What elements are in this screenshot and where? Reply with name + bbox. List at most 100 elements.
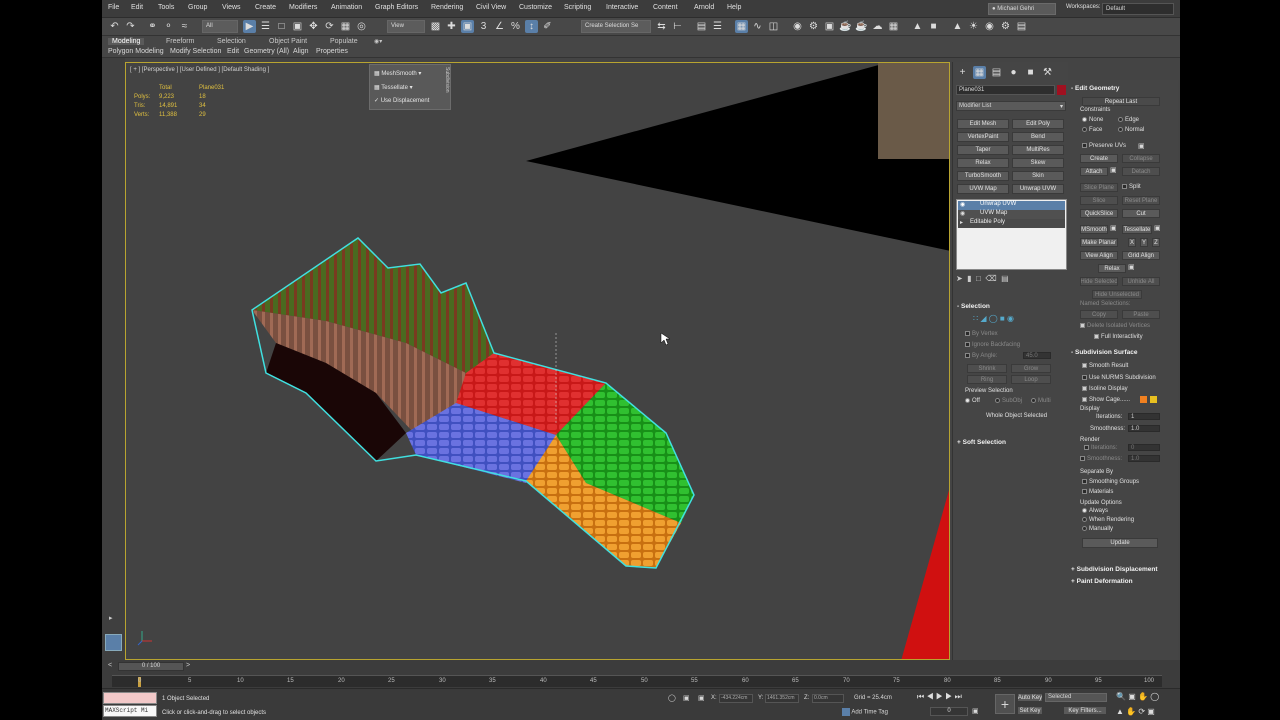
ribbon-tab-selection[interactable]: Selection xyxy=(217,38,246,45)
edit-geometry-rollout-title[interactable]: - Edit Geometry xyxy=(1071,85,1119,92)
subdivision-displacement-rollout-title[interactable]: + Subdivision Displacement xyxy=(1071,566,1158,573)
collapse-button[interactable]: Collapse xyxy=(1122,154,1160,163)
menu-rendering[interactable]: Rendering xyxy=(431,4,463,11)
menu-help[interactable]: Help xyxy=(727,4,741,11)
percent-snap-icon[interactable]: % xyxy=(509,20,522,33)
menu-file[interactable]: File xyxy=(108,4,119,11)
modify-tab-icon[interactable]: ▦ xyxy=(973,66,986,79)
modifier-turbosmooth-button[interactable]: TurboSmooth xyxy=(957,171,1009,181)
set-key-button[interactable]: Set Key xyxy=(1017,706,1043,715)
by-angle-spinner[interactable]: 45.0 xyxy=(1023,352,1051,359)
modifier-skin-button[interactable]: Skin xyxy=(1012,171,1064,181)
make-planar-y-button[interactable]: Y xyxy=(1140,238,1148,247)
isoline-display-checkbox[interactable]: Isoline Display xyxy=(1082,386,1128,392)
detach-button[interactable]: Detach xyxy=(1122,167,1160,176)
render-production-icon[interactable]: ☕ xyxy=(839,20,852,33)
update-when-rendering-radio[interactable]: When Rendering xyxy=(1082,517,1134,523)
modifier-uvw-map-button[interactable]: UVW Map xyxy=(957,184,1009,194)
absolute-mode-icon[interactable]: ▣ xyxy=(698,694,705,702)
selection-filter-dropdown[interactable]: All xyxy=(202,20,238,33)
utilities-tab-icon[interactable]: ⚒ xyxy=(1041,66,1054,79)
schematic-view-icon[interactable]: ◫ xyxy=(767,20,780,33)
arnold-options-icon[interactable]: ⚙ xyxy=(999,20,1012,33)
modifier-taper-button[interactable]: Taper xyxy=(957,145,1009,155)
selection-set-dropdown[interactable]: Create Selection Se xyxy=(581,20,651,33)
motion-tab-icon[interactable]: ● xyxy=(1007,66,1020,79)
select-by-name-icon[interactable]: ☰ xyxy=(259,20,272,33)
display-tab-icon[interactable]: ■ xyxy=(1024,66,1037,79)
selection-rollout-title[interactable]: - Selection xyxy=(957,303,990,310)
viewport-label[interactable]: [ + ] [Perspective ] [User Defined ] [De… xyxy=(130,67,269,73)
modifier-vertexpaint-button[interactable]: VertexPaint xyxy=(957,132,1009,142)
rotate-icon[interactable]: ⟳ xyxy=(323,20,336,33)
ribbon-panel-properties[interactable]: Properties xyxy=(316,48,348,55)
set-key-mode-icon[interactable]: + xyxy=(995,694,1015,714)
border-icon[interactable]: ◯ xyxy=(989,314,998,323)
full-interactivity-checkbox[interactable]: Full Interactivity xyxy=(1094,334,1143,340)
hide-selected-button[interactable]: Hide Selected xyxy=(1080,277,1118,286)
isolate-selection-icon[interactable]: ◯ xyxy=(668,694,676,702)
menu-group[interactable]: Group xyxy=(188,4,207,11)
update-always-radio[interactable]: Always xyxy=(1082,508,1108,514)
previous-frame-icon[interactable]: ◀ xyxy=(926,692,933,701)
create-tab-icon[interactable]: + xyxy=(956,66,969,79)
ribbon-panel-modify-selection[interactable]: Modify Selection xyxy=(170,48,221,55)
keyboard-shortcut-override-icon[interactable]: ▣ xyxy=(461,20,474,33)
object-name-field[interactable]: Plane031 xyxy=(956,85,1055,95)
reset-plane-button[interactable]: Reset Plane xyxy=(1122,196,1160,205)
object-color-swatch[interactable] xyxy=(1057,85,1066,95)
zoom-icon[interactable]: 🔍 xyxy=(1116,692,1126,701)
ring-button[interactable]: Ring xyxy=(967,375,1007,384)
workspace-select[interactable]: Default xyxy=(1102,3,1174,15)
viewport-layout-icon[interactable] xyxy=(105,634,122,651)
pivot-center-icon[interactable]: ▩ xyxy=(429,20,442,33)
make-planar-x-button[interactable]: X xyxy=(1128,238,1136,247)
y-coordinate-field[interactable]: 1461.352cm xyxy=(765,694,799,703)
ignore-backfacing-checkbox[interactable]: Ignore Backfacing xyxy=(965,342,1020,348)
menu-civil-view[interactable]: Civil View xyxy=(476,4,506,11)
update-button[interactable]: Update xyxy=(1082,538,1158,548)
go-to-start-icon[interactable]: ⏮ xyxy=(917,692,924,701)
select-manipulate-icon[interactable]: ✚ xyxy=(445,20,458,33)
render-smoothness-checkbox[interactable]: Smoothness: xyxy=(1080,456,1122,462)
split-checkbox[interactable]: Split xyxy=(1122,184,1141,190)
rectangular-selection-icon[interactable]: □ xyxy=(275,20,288,33)
zoom-all-icon[interactable]: ▣ xyxy=(1128,692,1136,701)
move-icon[interactable]: ✥ xyxy=(307,20,320,33)
unlink-icon[interactable]: ⚬ xyxy=(162,20,175,33)
relax-button[interactable]: Relax xyxy=(1098,264,1126,273)
ribbon-tab-freeform[interactable]: Freeform xyxy=(166,38,194,45)
maximize-viewport-icon[interactable]: ▣ xyxy=(1147,707,1155,716)
mirror-icon[interactable]: ⇆ xyxy=(655,20,668,33)
constraint-normal-radio[interactable]: Normal xyxy=(1118,127,1144,133)
placement-icon[interactable]: ◎ xyxy=(355,20,368,33)
arnold-tool-icon[interactable]: ◉ xyxy=(983,20,996,33)
make-planar-button[interactable]: Make Planar xyxy=(1080,238,1118,247)
expand-icon[interactable]: ▸ xyxy=(960,219,963,226)
edge-icon[interactable]: ◢ xyxy=(980,314,986,323)
bind-space-warp-icon[interactable]: ≈ xyxy=(178,20,191,33)
constraint-face-radio[interactable]: Face xyxy=(1082,127,1102,133)
use-nurms-checkbox[interactable]: Use NURMS Subdivision xyxy=(1082,375,1156,381)
menu-arnold[interactable]: Arnold xyxy=(694,4,714,11)
add-time-tag[interactable]: Add Time Tag xyxy=(842,708,888,716)
stack-item-editable-poly[interactable]: Editable Poly xyxy=(958,219,1065,228)
ribbon-panel-align[interactable]: Align xyxy=(293,48,309,55)
scale-icon[interactable]: ▦ xyxy=(339,20,352,33)
maxscript-mini-listener[interactable]: MAXScript Mi xyxy=(103,705,157,717)
align-icon[interactable]: ⊢ xyxy=(671,20,684,33)
grid-align-button[interactable]: Grid Align xyxy=(1122,251,1160,260)
smoothness-spinner[interactable]: 1.0 xyxy=(1128,425,1160,432)
constraint-none-radio[interactable]: None xyxy=(1082,117,1103,123)
ribbon-tab-object-paint[interactable]: Object Paint xyxy=(269,38,307,45)
render-cloud-icon[interactable]: ☁ xyxy=(871,20,884,33)
render-smoothness-spinner[interactable]: 1.0 xyxy=(1128,455,1160,462)
stack-item-unwrap-uvw[interactable]: Unwrap UVW xyxy=(958,201,1065,210)
go-to-end-icon[interactable]: ⏭ xyxy=(955,692,962,701)
update-manually-radio[interactable]: Manually xyxy=(1082,526,1113,532)
hierarchy-tab-icon[interactable]: ▤ xyxy=(990,66,1003,79)
arnold-log-icon[interactable]: ▤ xyxy=(1015,20,1028,33)
grow-button[interactable]: Grow xyxy=(1011,364,1051,373)
menu-tools[interactable]: Tools xyxy=(158,4,174,11)
iterations-spinner[interactable]: 1 xyxy=(1128,413,1160,420)
